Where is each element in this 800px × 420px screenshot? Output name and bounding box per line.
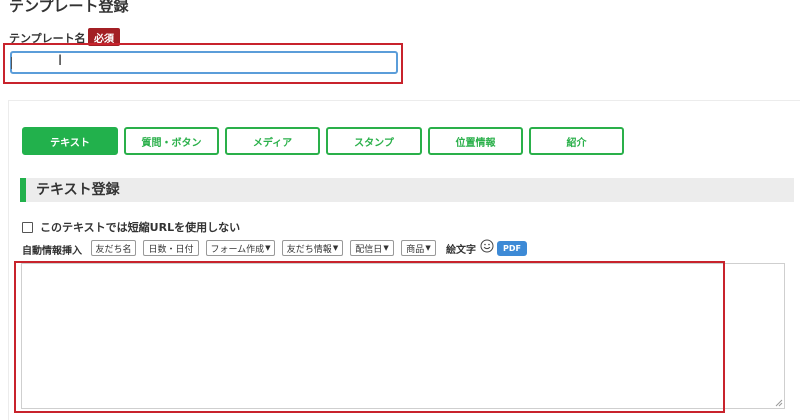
short-url-label: このテキストでは短縮URLを使用しない [40,221,241,234]
resize-grip-icon[interactable] [775,399,783,407]
chevron-down-icon: ▼ [265,244,271,252]
text-caret [11,57,12,69]
insert-friend-info-dropdown[interactable]: 友だち情報 ▼ [282,240,343,256]
tab-location[interactable]: 位置情報 [428,127,523,155]
insert-send-date-dropdown[interactable]: 配信日 ▼ [350,240,394,256]
short-url-option[interactable]: このテキストでは短縮URLを使用しない [22,219,240,235]
tab-text[interactable]: テキスト [22,127,118,155]
emoji-label: 絵文字 [446,245,476,256]
auto-insert-label: 自動情報挿入 [22,246,82,257]
section-title: テキスト登録 [20,178,794,202]
insert-form-dropdown[interactable]: フォーム作成 ▼ [206,240,275,256]
insert-date-label: 日数・日付 [148,244,194,255]
insert-friend-name-label: 友だち名 [95,244,132,255]
insert-send-date-label: 配信日 [355,244,383,255]
insert-product-label: 商品 [406,244,425,255]
page-title: テンプレート登録 [9,0,129,15]
message-textarea[interactable] [21,263,785,409]
tab-stamp[interactable]: スタンプ [326,127,422,155]
chevron-down-icon: ▼ [383,244,389,252]
smiley-icon[interactable] [480,239,494,253]
pdf-button[interactable]: PDF [497,241,527,256]
insert-friend-info-label: 友だち情報 [286,244,332,255]
short-url-checkbox[interactable] [22,221,33,233]
template-name-highlight [3,43,403,84]
insert-form-label: フォーム作成 [210,244,265,255]
chevron-down-icon: ▼ [425,244,431,252]
tab-media[interactable]: メディア [225,127,320,155]
tab-question-button[interactable]: 質問・ボタン [124,127,219,155]
template-name-input[interactable] [10,51,398,74]
chevron-down-icon: ▼ [332,244,339,252]
insert-product-dropdown[interactable]: 商品 ▼ [401,240,436,256]
tab-introduction[interactable]: 紹介 [529,127,624,155]
insert-friend-name-button[interactable]: 友だち名 [91,240,136,256]
insert-date-button[interactable]: 日数・日付 [143,240,199,256]
ibeam-cursor-icon: I [58,53,63,69]
